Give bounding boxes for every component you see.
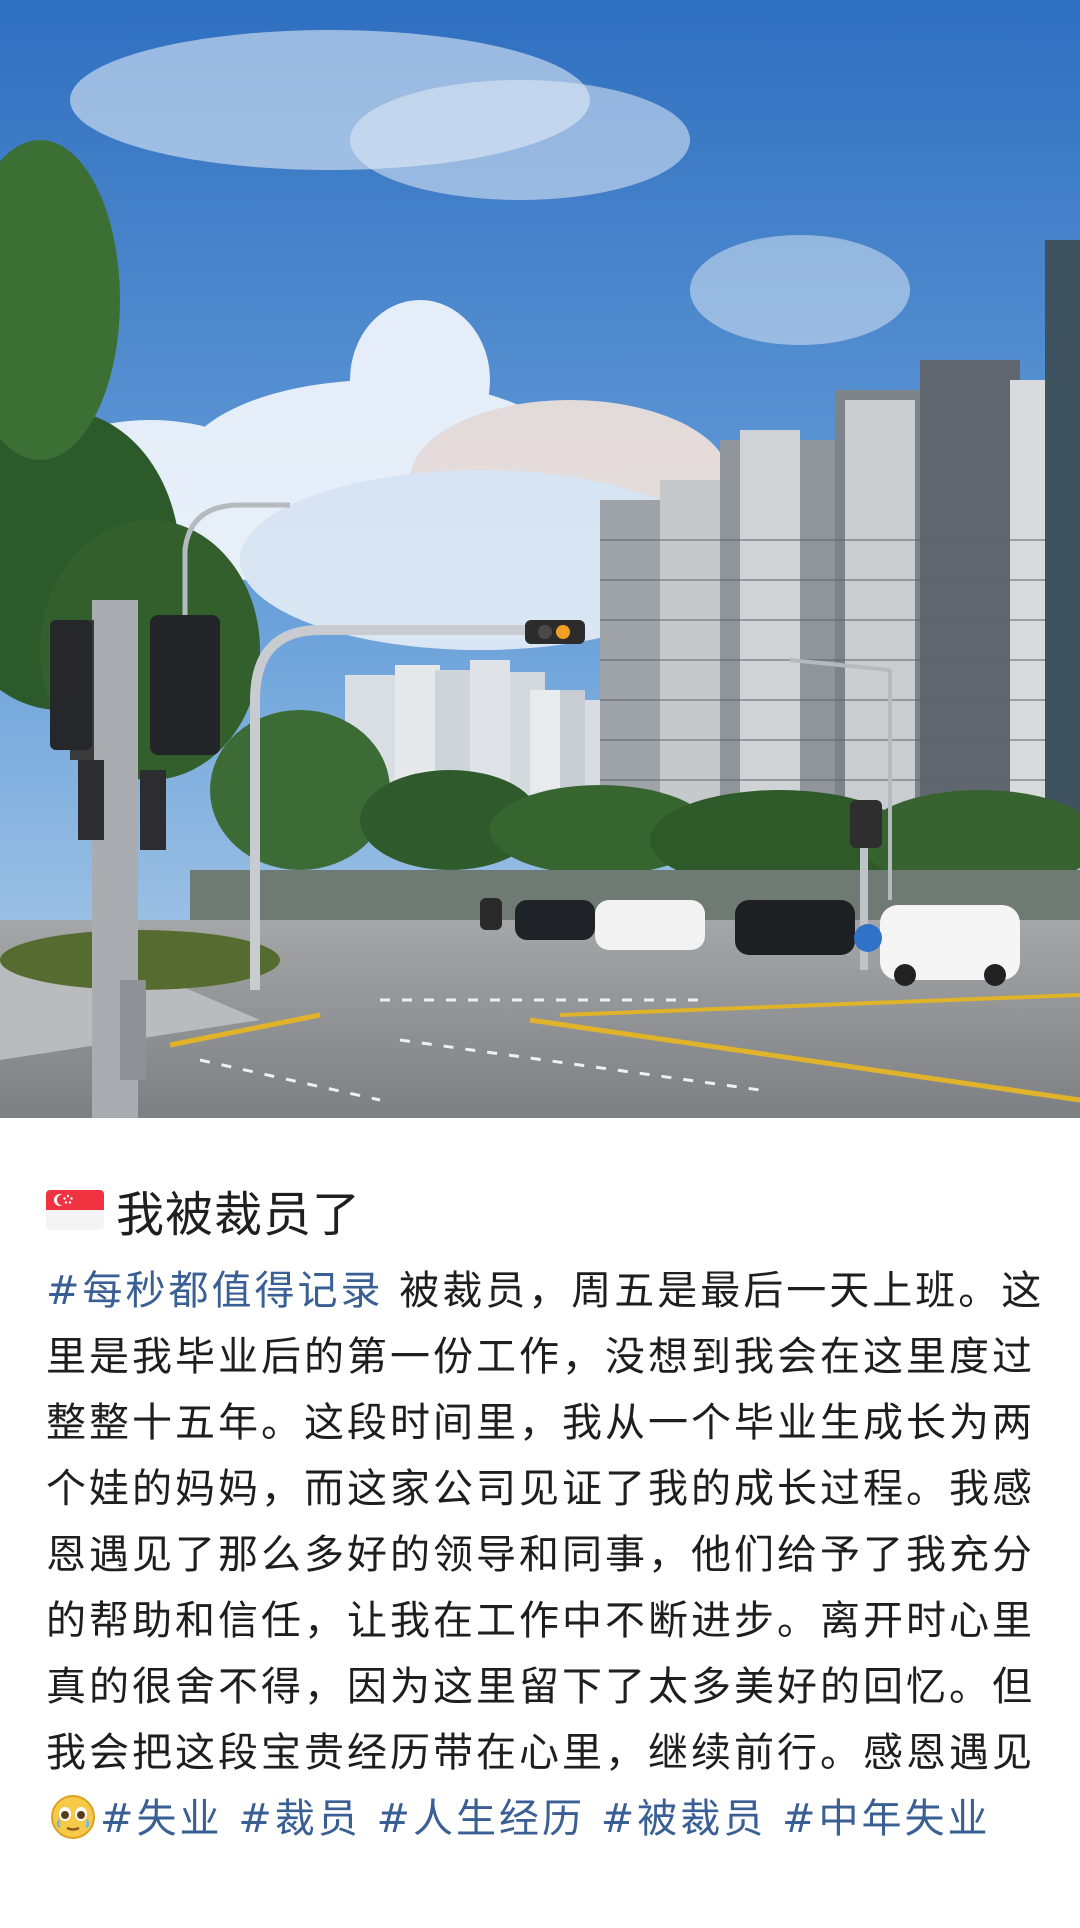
post-body: #每秒都值得记录 被裁员，周五是最后一天上班。这里是我毕业后的第一份工作，没想到… (46, 1258, 1046, 1852)
hashtag-link[interactable]: #人生经历 (376, 1796, 585, 1842)
post-title-row: 我被裁员了 (46, 1170, 361, 1250)
hashtag-link[interactable]: #失业 (100, 1796, 223, 1842)
hashtag-link[interactable]: #裁员 (238, 1796, 361, 1842)
hashtag-link[interactable]: #中年失业 (782, 1796, 991, 1842)
post-content: 我被裁员了 #每秒都值得记录 被裁员，周五是最后一天上班。这里是我毕业后的第一份… (0, 1118, 1080, 1928)
hashtag-link[interactable]: #被裁员 (601, 1796, 767, 1842)
teary-smile-emoji-icon (49, 1793, 97, 1841)
post-body-text: 被裁员，周五是最后一天上班。这里是我毕业后的第一份工作，没想到我会在这里度过整整… (46, 1268, 1045, 1776)
singapore-flag-icon (46, 1190, 104, 1230)
city-street-image (0, 0, 1080, 1118)
post-photo[interactable] (0, 0, 1080, 1118)
post-title: 我被裁员了 (116, 1187, 362, 1243)
hashtag-link[interactable]: #每秒都值得记录 (46, 1268, 384, 1314)
